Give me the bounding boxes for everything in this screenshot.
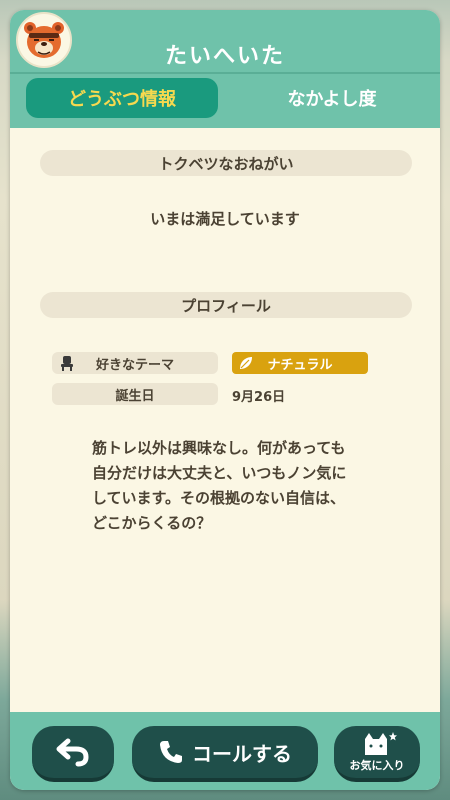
footer-bar: コールする お気に入り xyxy=(10,712,440,790)
favorite-theme-label: 好きなテーマ xyxy=(52,352,218,374)
birthday-label: 誕生日 xyxy=(52,383,218,405)
back-button[interactable] xyxy=(32,726,114,782)
card-header: たいへいた どうぶつ情報 なかよし度 xyxy=(10,10,440,128)
favorite-theme-value: ナチュラル xyxy=(267,357,333,373)
phone-icon xyxy=(160,741,182,763)
page-title: たいへいた xyxy=(164,44,285,69)
favorite-theme-label-text: 好きなテーマ xyxy=(95,357,174,373)
favorite-button-label: お気に入り xyxy=(349,759,405,772)
tab-animal-info[interactable]: どうぶつ情報 xyxy=(26,78,218,118)
back-arrow-icon xyxy=(56,738,89,767)
special-request-heading: トクベツなおねがい xyxy=(40,150,412,176)
profile-heading: プロフィール xyxy=(40,292,412,318)
chair-icon xyxy=(60,355,74,375)
favorite-theme-badge: ナチュラル xyxy=(232,352,368,374)
birthday-value: 9月26日 xyxy=(232,390,286,405)
leaf-icon xyxy=(238,355,254,371)
villager-description: 筋トレ以外は興味なし。何があっても 自分だけは大丈夫と、いつもノン気に していま… xyxy=(92,439,347,532)
favorite-button[interactable]: お気に入り xyxy=(334,726,420,782)
tab-friendship[interactable]: なかよし度 xyxy=(236,78,428,118)
call-button[interactable]: コールする xyxy=(132,726,318,782)
call-button-label: コールする xyxy=(192,741,292,766)
header-divider xyxy=(10,72,440,74)
info-content: トクベツなおねがい いまは満足しています プロフィール 好きなテーマ ナチュラル… xyxy=(10,128,440,722)
special-request-text: いまは満足しています xyxy=(150,210,300,228)
villager-info-card: たいへいた どうぶつ情報 なかよし度 トクベツなおねがい いまは満足しています … xyxy=(10,10,440,790)
cat-star-icon xyxy=(365,732,397,755)
